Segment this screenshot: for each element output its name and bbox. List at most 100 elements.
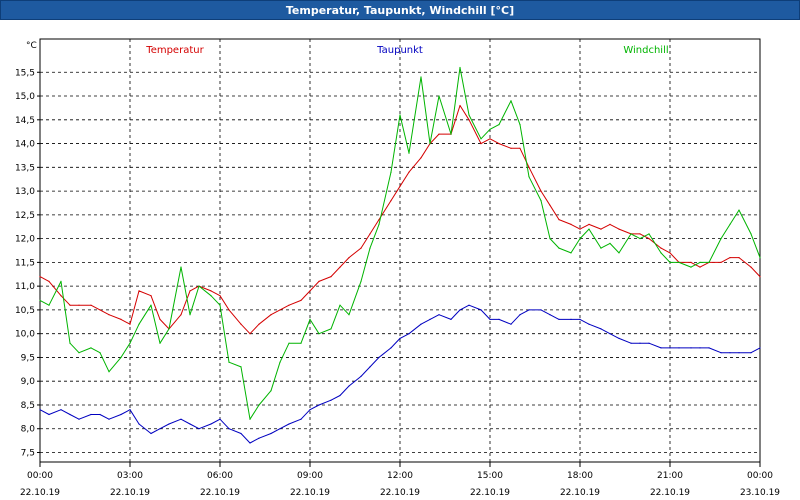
data-point-temperatur: [129, 323, 131, 325]
line-chart: 7,5 8,0 8,5 9,0 9,5 10,0 10,5 11,0 11,5 12,0 12,5 1…: [15, 38, 780, 498]
data-point-windchill: [180, 266, 182, 268]
y-tick-label: 13,5: [15, 163, 35, 173]
data-point-windchill: [189, 314, 191, 316]
data-point-taupunkt: [300, 418, 302, 420]
data-point-temperatur: [570, 223, 572, 225]
data-point-windchill: [60, 280, 62, 282]
data-point-temperatur: [468, 119, 470, 121]
data-point-temperatur: [78, 304, 80, 306]
data-point-windchill: [420, 76, 422, 78]
data-point-windchill: [729, 223, 731, 225]
y-tick-label: 11,5: [15, 258, 35, 268]
y-tick-label: 14,0: [15, 140, 35, 150]
data-point-taupunkt: [309, 409, 311, 411]
data-point-temperatur: [720, 261, 722, 263]
data-point-taupunkt: [210, 423, 212, 425]
data-point-temperatur: [750, 266, 752, 268]
data-point-temperatur: [549, 204, 551, 206]
data-point-windchill: [39, 299, 41, 301]
data-point-temperatur: [60, 295, 62, 297]
data-point-temperatur: [189, 290, 191, 292]
y-tick-label: 15,0: [15, 92, 35, 102]
data-point-windchill: [618, 252, 620, 254]
data-point-temperatur: [459, 104, 461, 107]
data-point-windchill: [459, 66, 461, 69]
data-point-temperatur: [390, 200, 392, 202]
data-point-taupunkt: [729, 352, 731, 354]
data-point-windchill: [549, 238, 551, 240]
data-point-taupunkt: [438, 314, 440, 316]
data-point-taupunkt: [129, 409, 131, 411]
legend-entry-temperatur: Temperatur: [145, 45, 204, 56]
data-point-taupunkt: [540, 309, 542, 311]
data-point-temperatur: [408, 171, 410, 173]
data-point-windchill: [558, 247, 560, 249]
data-point-taupunkt: [459, 309, 461, 311]
data-point-windchill: [348, 314, 350, 316]
data-point-windchill: [210, 295, 212, 297]
data-point-windchill: [129, 342, 131, 344]
data-point-windchill: [738, 209, 740, 211]
data-point-windchill: [138, 323, 140, 325]
data-point-temperatur: [99, 309, 101, 311]
data-point-temperatur: [729, 257, 731, 259]
data-point-taupunkt: [120, 413, 122, 416]
y-tick-label: 9,0: [21, 377, 36, 387]
x-tick-date: 22.10.19: [380, 488, 420, 498]
data-point-taupunkt: [330, 399, 332, 401]
data-point-taupunkt: [699, 347, 701, 349]
data-point-windchill: [219, 304, 221, 306]
y-tick-label: 10,5: [15, 306, 35, 316]
data-point-taupunkt: [630, 342, 632, 344]
data-point-temperatur: [600, 228, 602, 230]
data-point-windchill: [759, 257, 761, 259]
data-point-temperatur: [519, 147, 521, 149]
data-point-taupunkt: [648, 342, 650, 344]
data-point-windchill: [630, 233, 632, 235]
data-point-taupunkt: [558, 318, 560, 320]
x-tick-date: 22.10.19: [20, 488, 60, 498]
x-tick-date: 22.10.19: [650, 488, 690, 498]
data-point-taupunkt: [228, 428, 230, 430]
data-point-temperatur: [480, 143, 482, 145]
data-point-windchill: [339, 304, 341, 306]
data-point-taupunkt: [639, 342, 641, 344]
data-point-temperatur: [228, 309, 230, 311]
legend: Temperatur Taupunkt Windchill: [145, 45, 668, 56]
data-point-windchill: [429, 143, 431, 145]
data-point-windchill: [648, 233, 650, 235]
data-point-taupunkt: [480, 309, 482, 311]
y-tick-label: 8,0: [21, 425, 36, 435]
data-point-temperatur: [180, 314, 182, 316]
data-point-windchill: [360, 280, 362, 282]
data-point-temperatur: [579, 228, 581, 230]
data-point-temperatur: [288, 304, 290, 306]
data-point-taupunkt: [390, 347, 392, 349]
data-point-windchill: [468, 114, 470, 116]
data-point-temperatur: [210, 290, 212, 292]
y-tick-label: 12,5: [15, 211, 35, 221]
data-point-windchill: [318, 333, 320, 335]
data-point-windchill: [570, 252, 572, 254]
data-point-taupunkt: [90, 413, 92, 416]
grid: [39, 38, 761, 463]
data-point-windchill: [519, 124, 521, 126]
data-point-temperatur: [540, 190, 542, 192]
data-point-temperatur: [138, 290, 140, 292]
window-title: Temperatur, Taupunkt, Windchill [°C]: [285, 3, 515, 17]
data-point-temperatur: [759, 276, 761, 278]
x-tick-date: 23.10.19: [740, 488, 780, 498]
data-point-temperatur: [369, 233, 371, 235]
chart-panel: 7,5 8,0 8,5 9,0 9,5 10,0 10,5 11,0 11,5 12,0 12,5 1…: [0, 20, 800, 500]
data-point-windchill: [750, 233, 752, 235]
data-point-windchill: [528, 176, 530, 178]
data-point-windchill: [720, 238, 722, 240]
data-point-taupunkt: [498, 318, 500, 320]
data-point-temperatur: [609, 223, 611, 225]
data-point-temperatur: [69, 304, 71, 306]
data-point-temperatur: [150, 295, 152, 297]
data-point-taupunkt: [420, 323, 422, 325]
data-point-temperatur: [699, 266, 701, 268]
data-point-taupunkt: [189, 423, 191, 425]
data-point-taupunkt: [408, 333, 410, 335]
